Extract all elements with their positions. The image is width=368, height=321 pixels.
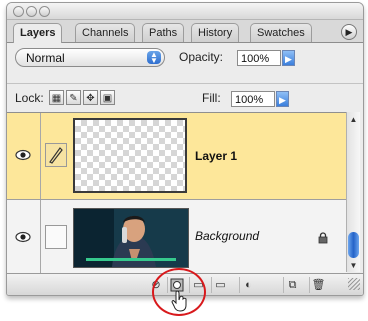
blend-mode-select[interactable]: Normal ▲ ▼ <box>15 48 165 67</box>
brush-edit-icon[interactable] <box>45 143 67 167</box>
layer-row-layer-1[interactable]: Layer 1 <box>7 113 347 200</box>
panel-tabs: Layers Channels Paths History Swatches ▶ <box>7 20 363 43</box>
tab-layers[interactable]: Layers <box>13 23 63 43</box>
column-divider <box>40 200 41 273</box>
close-window-icon[interactable] <box>13 6 24 17</box>
opacity-field[interactable]: 100% <box>237 50 281 66</box>
lock-position-icon[interactable]: ✥ <box>83 90 98 105</box>
background-layer-name[interactable]: Background <box>195 229 259 243</box>
tab-channels[interactable]: Channels <box>75 23 136 42</box>
scroll-down-icon[interactable]: ▼ <box>347 260 360 272</box>
lock-label: Lock: <box>15 91 44 105</box>
lock-transparent-pixels-icon[interactable]: ▦ <box>49 90 64 105</box>
lock-fill-row: Lock: ▦ ✎ ✥ ▣ Fill: 100% ▶ <box>7 83 363 112</box>
lock-all-icon[interactable]: ▣ <box>100 90 115 105</box>
delete-layer-icon[interactable]: 🗑 <box>309 277 327 293</box>
fill-slider-arrow-icon[interactable]: ▶ <box>276 91 289 107</box>
layer-1-thumbnail <box>73 118 187 193</box>
layer-1-name[interactable]: Layer 1 <box>195 149 237 163</box>
resize-grip-icon[interactable] <box>348 278 360 290</box>
lock-image-pixels-icon[interactable]: ✎ <box>66 90 81 105</box>
visibility-eye-icon[interactable] <box>15 147 31 163</box>
new-layer-icon[interactable]: ⧉ <box>283 277 301 293</box>
tab-paths[interactable]: Paths <box>142 23 185 42</box>
layers-panel: Layers Channels Paths History Swatches ▶… <box>6 2 364 296</box>
blend-opacity-row: Normal ▲ ▼ Opacity: 100% ▶ <box>7 43 363 73</box>
scroll-thumb[interactable] <box>348 232 359 258</box>
visibility-eye-icon[interactable] <box>15 229 31 245</box>
panel-title-bar[interactable] <box>7 3 363 20</box>
select-arrows-icon: ▲ ▼ <box>147 51 161 65</box>
tab-history[interactable]: History <box>191 23 240 42</box>
zoom-window-icon[interactable] <box>39 6 50 17</box>
fill-label: Fill: <box>202 91 221 105</box>
layer-row-background[interactable]: Background <box>7 200 347 274</box>
opacity-label: Opacity: <box>179 50 224 64</box>
minimize-window-icon[interactable] <box>26 6 37 17</box>
column-divider <box>40 113 41 199</box>
opacity-slider-arrow-icon[interactable]: ▶ <box>282 50 295 66</box>
layer-link-box[interactable] <box>45 225 67 249</box>
layers-list: Layer 1 Background <box>7 112 347 274</box>
new-adjustment-layer-icon[interactable]: ▭ <box>211 277 229 293</box>
pointer-hand-icon <box>171 290 187 312</box>
tab-swatches[interactable]: Swatches <box>250 23 312 42</box>
lock-icon <box>318 232 328 244</box>
background-thumbnail <box>73 208 189 268</box>
fill-field[interactable]: 100% <box>231 91 275 107</box>
scroll-up-icon[interactable]: ▲ <box>347 114 360 126</box>
blend-mode-value: Normal <box>26 51 65 65</box>
layers-scrollbar[interactable]: ▲ ▼ <box>346 112 360 272</box>
new-fill-adjustment-icon[interactable]: ◐ <box>239 277 257 293</box>
panel-menu-icon[interactable]: ▶ <box>341 24 357 40</box>
